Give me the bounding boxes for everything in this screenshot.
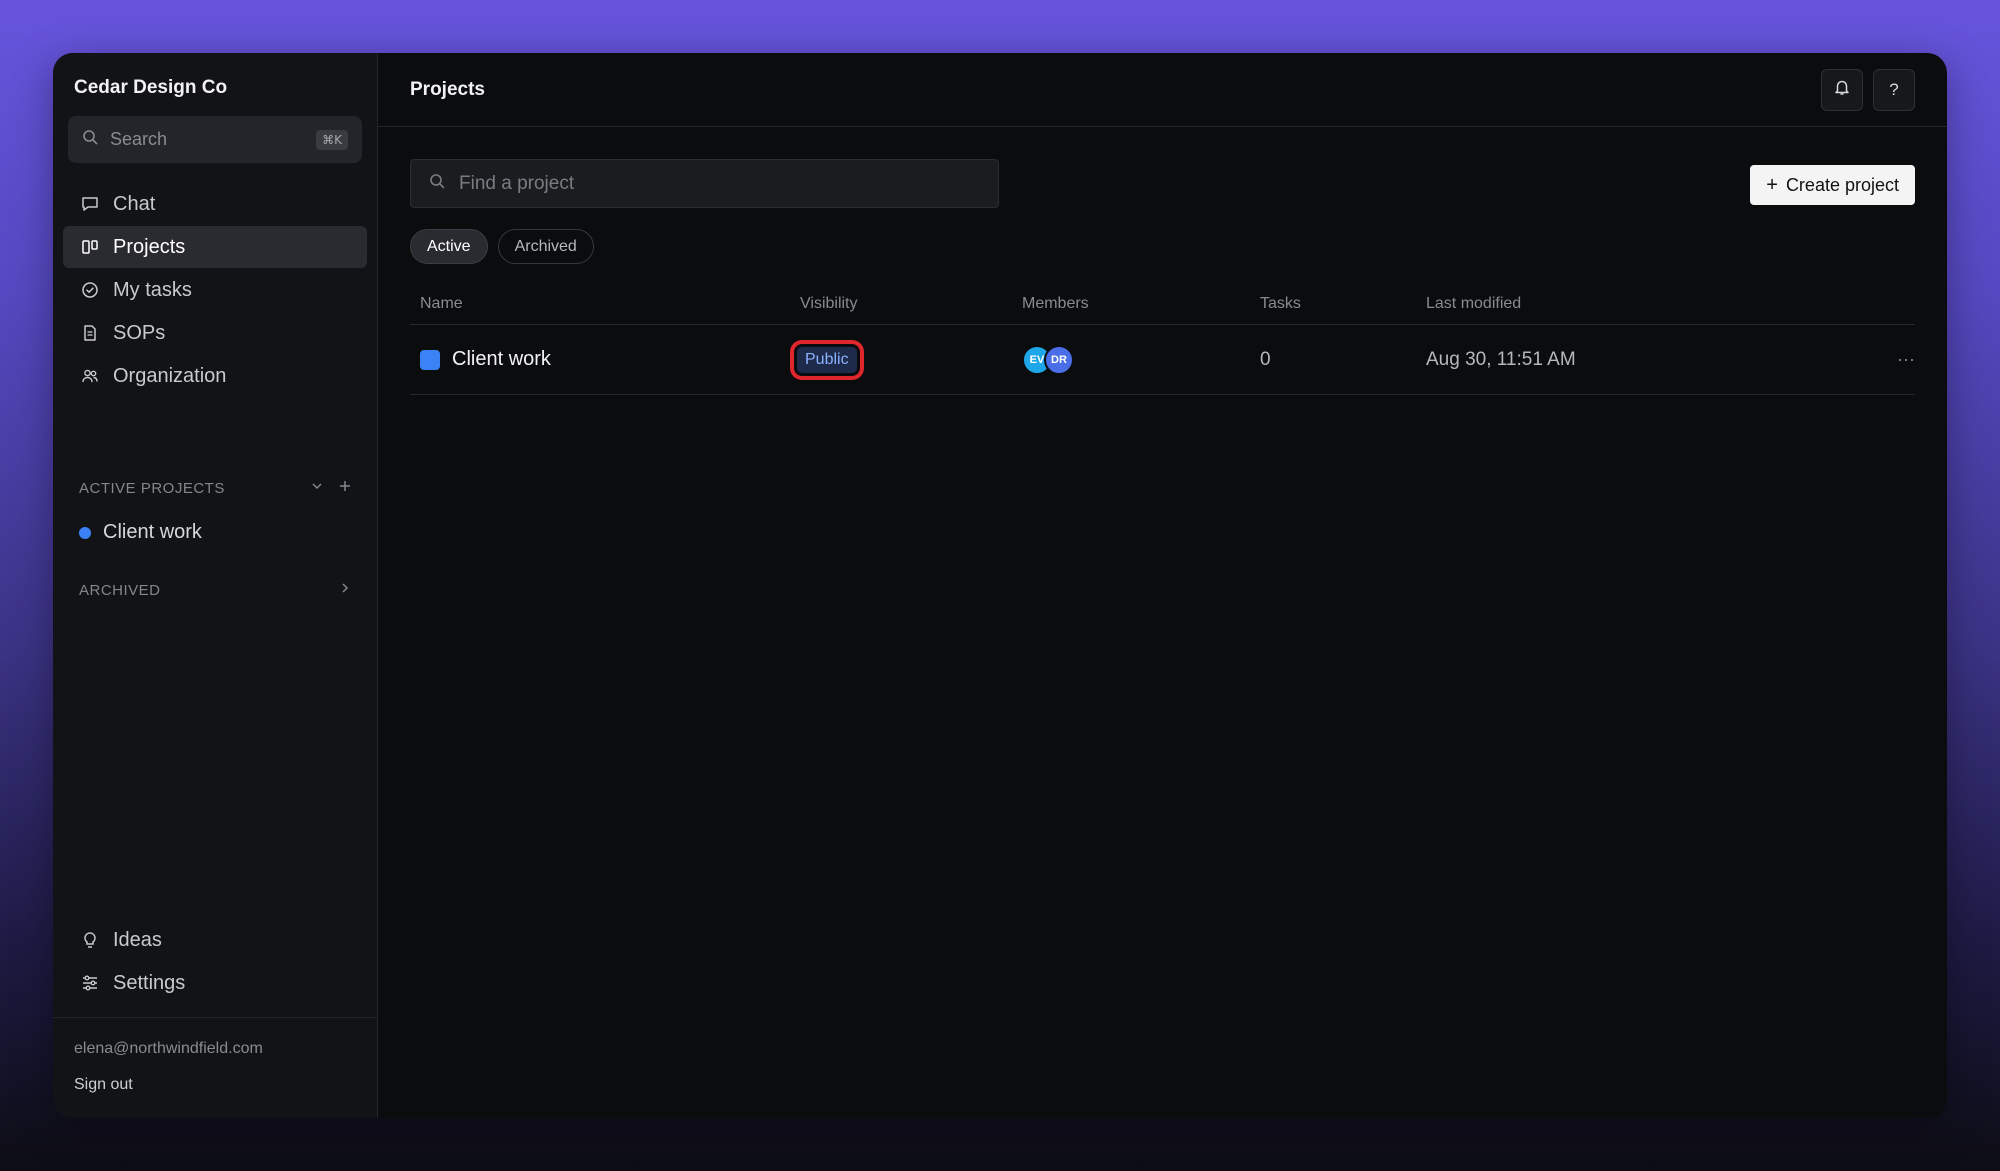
- notifications-button[interactable]: [1821, 68, 1863, 111]
- sidebar-item-label: Chat: [113, 192, 156, 215]
- search-shortcut: ⌘K: [316, 129, 348, 150]
- projects-table: Name Visibility Members Tasks Last modif…: [410, 283, 1915, 395]
- search-icon: [429, 173, 445, 194]
- workspace-name[interactable]: Cedar Design Co: [74, 77, 227, 99]
- main-content: Projects ? Find a project + Create proje…: [378, 53, 1947, 1118]
- member-avatars[interactable]: EV DR: [1022, 344, 1260, 375]
- plus-icon: +: [1766, 173, 1778, 196]
- chevron-down-icon[interactable]: [311, 479, 323, 497]
- projects-icon: [81, 238, 99, 256]
- column-header-tasks[interactable]: Tasks: [1260, 295, 1426, 313]
- last-modified: Aug 30, 11:51 AM: [1426, 348, 1576, 370]
- sign-out-link[interactable]: Sign out: [74, 1076, 357, 1094]
- help-button[interactable]: ?: [1873, 68, 1915, 111]
- search-icon: [82, 129, 98, 150]
- app-window: Cedar Design Co Search ⌘K Chat Projects: [53, 53, 1947, 1118]
- create-project-button[interactable]: + Create project: [1750, 165, 1915, 205]
- users-icon: [81, 367, 99, 385]
- sidebar-item-label: My tasks: [113, 278, 192, 301]
- bell-icon: [1833, 78, 1851, 101]
- project-name[interactable]: Client work: [452, 348, 551, 371]
- sidebar-project-client-work[interactable]: Client work: [79, 521, 202, 544]
- create-project-label: Create project: [1785, 174, 1899, 195]
- archived-header[interactable]: ARCHIVED: [79, 581, 351, 599]
- task-count: 0: [1260, 348, 1271, 370]
- column-header-last-modified[interactable]: Last modified: [1426, 295, 1875, 313]
- tab-active[interactable]: Active: [410, 229, 488, 264]
- chevron-right-icon[interactable]: [339, 581, 351, 599]
- sidebar: Cedar Design Co Search ⌘K Chat Projects: [53, 53, 378, 1118]
- sidebar-project-label: Client work: [103, 521, 202, 543]
- sidebar-item-sops[interactable]: SOPs: [63, 312, 367, 354]
- avatar: DR: [1044, 344, 1074, 375]
- active-projects-header: ACTIVE PROJECTS: [79, 479, 351, 497]
- sidebar-search[interactable]: Search ⌘K: [68, 116, 362, 163]
- sidebar-footer: elena@northwindfield.com Sign out: [53, 1017, 378, 1094]
- column-header-visibility[interactable]: Visibility: [800, 295, 1022, 313]
- find-project-input[interactable]: Find a project: [410, 159, 999, 208]
- sidebar-item-label: Projects: [113, 235, 186, 258]
- check-circle-icon: [81, 281, 99, 299]
- sidebar-item-label: SOPs: [113, 321, 166, 344]
- table-row[interactable]: Client work Public EV DR 0 Aug 30, 11:51…: [410, 325, 1915, 395]
- sliders-icon: [81, 974, 99, 992]
- sidebar-item-projects[interactable]: Projects: [63, 226, 367, 268]
- sidebar-item-label: Organization: [113, 364, 227, 387]
- page-title: Projects: [410, 78, 485, 100]
- sidebar-nav: Chat Projects My tasks SOPs Organization: [63, 183, 367, 398]
- project-filter-tabs: Active Archived: [410, 229, 604, 264]
- table-header: Name Visibility Members Tasks Last modif…: [410, 283, 1915, 325]
- project-color-swatch: [420, 349, 440, 370]
- chat-icon: [81, 195, 99, 213]
- project-color-dot: [79, 526, 91, 539]
- sidebar-item-organization[interactable]: Organization: [63, 355, 367, 397]
- sidebar-item-settings[interactable]: Settings: [63, 962, 367, 1004]
- find-project-placeholder: Find a project: [459, 172, 575, 194]
- active-projects-label: ACTIVE PROJECTS: [79, 479, 225, 497]
- sidebar-item-my-tasks[interactable]: My tasks: [63, 269, 367, 311]
- question-mark-icon: ?: [1889, 79, 1899, 99]
- more-options-icon[interactable]: ···: [1875, 349, 1915, 370]
- column-header-name[interactable]: Name: [410, 295, 800, 313]
- visibility-badge[interactable]: Public: [797, 346, 857, 373]
- sidebar-item-label: Ideas: [113, 928, 162, 951]
- column-header-members[interactable]: Members: [1022, 295, 1260, 313]
- tab-archived[interactable]: Archived: [497, 229, 594, 264]
- sidebar-search-placeholder: Search: [110, 129, 168, 149]
- sidebar-bottom-nav: Ideas Settings: [63, 919, 367, 1005]
- sidebar-item-ideas[interactable]: Ideas: [63, 919, 367, 961]
- sidebar-item-chat[interactable]: Chat: [63, 183, 367, 225]
- lightbulb-icon: [81, 931, 99, 949]
- user-email: elena@northwindfield.com: [74, 1040, 263, 1057]
- visibility-highlight: Public: [790, 339, 864, 380]
- sidebar-item-label: Settings: [113, 971, 186, 994]
- add-project-icon[interactable]: [339, 479, 351, 497]
- topbar: Projects ?: [378, 53, 1947, 127]
- document-icon: [81, 324, 99, 342]
- archived-label: ARCHIVED: [79, 581, 161, 599]
